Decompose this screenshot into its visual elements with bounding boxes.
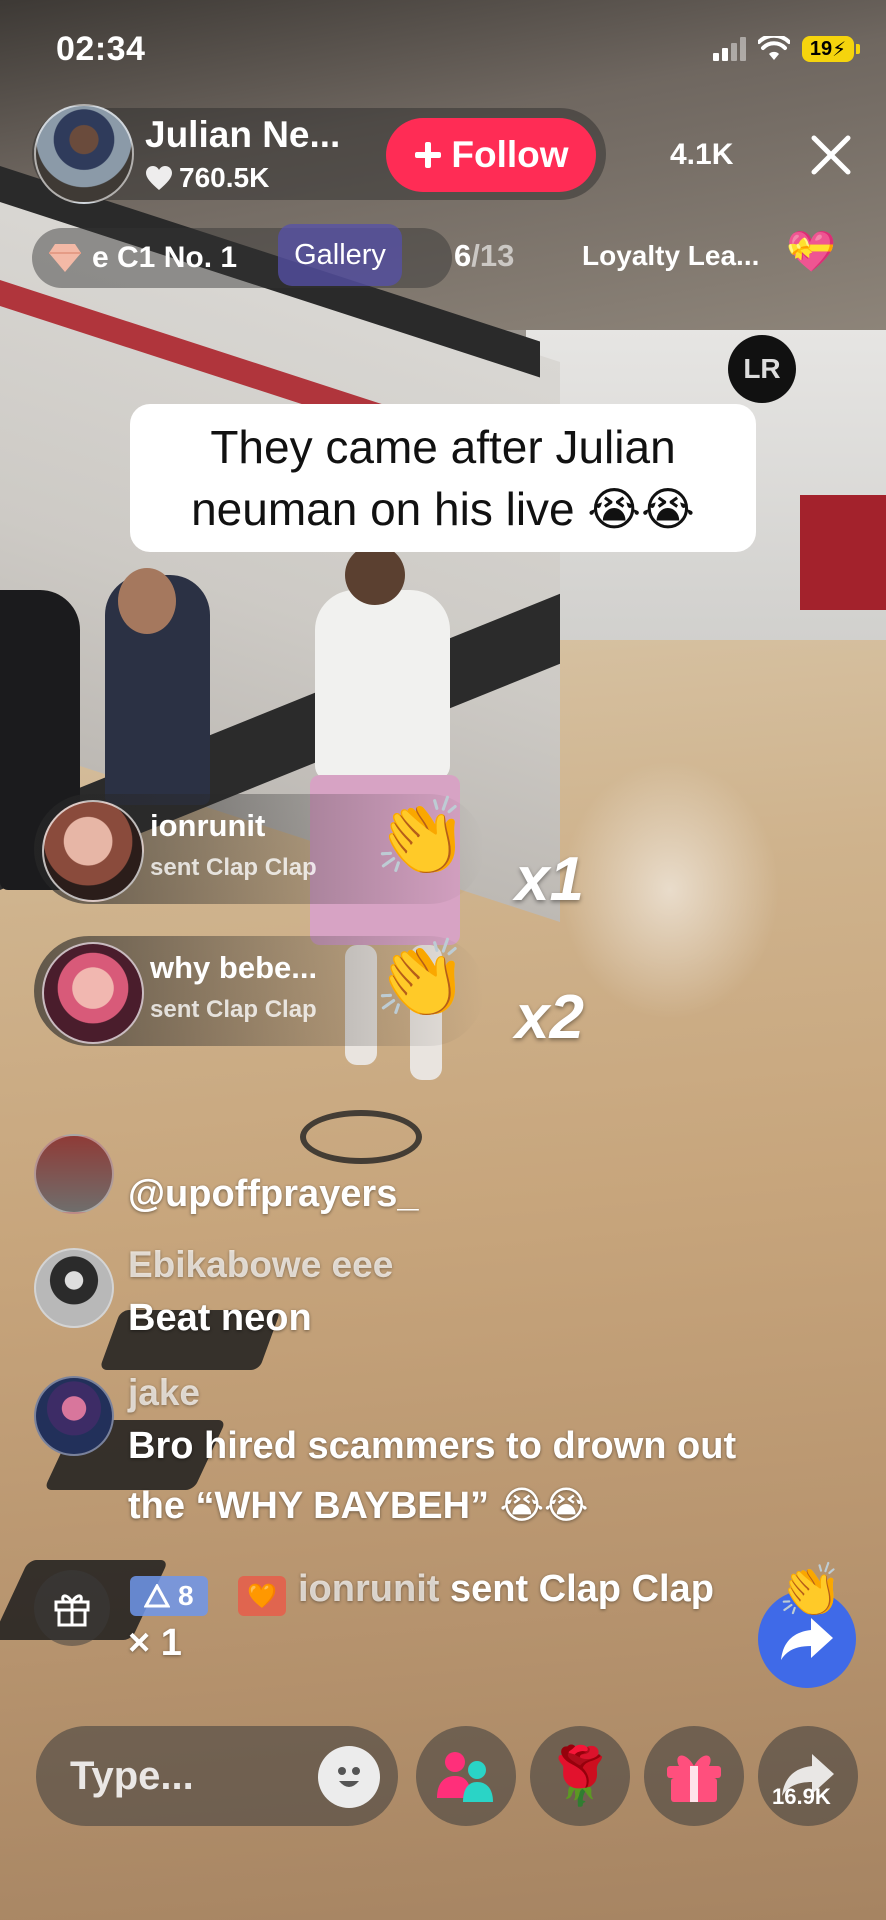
system-msg-action: sent Clap Clap [439,1568,714,1610]
status-time: 02:34 [56,30,146,68]
share-count: 16.9K [772,1784,831,1809]
chat-message-text: the “WHY BAYBEH” 😭😭 [128,1485,589,1527]
gallery-count[interactable]: 6/13 [454,238,514,274]
gift-count: x2 [515,983,584,1052]
gift-banner: ionrunit sent Clap Clap 👏 [34,794,484,904]
diamond-icon [49,244,81,272]
user-level-badge: 8 [130,1576,208,1616]
system-msg-count: × 1 [128,1622,182,1664]
gift-sender-avatar[interactable] [42,800,144,902]
player-shirt [315,590,450,780]
share-arrow-icon [781,1618,833,1660]
host-likes: 760.5K [145,162,269,194]
chat-message-text: Bro hired scammers to drown out [128,1425,737,1467]
smiley-icon [338,1767,360,1787]
rank-label: e C1 No. 1 [92,241,238,274]
gift-box-icon [54,1594,90,1627]
wifi-icon [758,36,790,60]
gift-button[interactable] [644,1726,744,1826]
gallery-button[interactable]: Gallery [278,224,402,286]
loyalty-league-label[interactable]: Loyalty Lea... [582,240,759,272]
floor-reflection [560,760,780,1020]
likes-count: 760.5K [179,162,270,193]
status-icons: 19 ⚡ [713,36,860,62]
host-avatar[interactable] [34,104,134,204]
follow-label: Follow [451,134,569,175]
share-button[interactable] [758,1726,858,1826]
close-icon[interactable] [806,130,856,180]
chat-username[interactable]: Ebikabowe eee [128,1244,393,1286]
gift-banner: why bebe... sent Clap Clap 👏 [34,936,484,1046]
emoji-button[interactable] [318,1746,380,1808]
multi-guest-icon [437,1752,493,1802]
gift-action: sent Clap Clap [150,996,317,1023]
cellular-signal-icon [713,37,746,61]
gift-sender-name: why bebe... [150,950,318,985]
gift-count: x1 [515,845,584,914]
player-head [345,545,405,605]
court-floor-logo [300,1110,422,1164]
multi-guest-button[interactable] [416,1726,516,1826]
heart-badge-icon: 🧡 [238,1576,286,1616]
system-gift-message: ionrunit sent Clap Clap [298,1568,714,1611]
gift-action: sent Clap Clap [150,854,317,881]
chat-message-text: Beat neon [128,1297,312,1339]
caption-text: They came after Julian neuman on his liv… [191,421,695,535]
gym-red-banner [800,495,886,610]
spectator-head [118,568,176,634]
level-triangle-icon [144,1584,170,1608]
chat-avatar[interactable] [34,1134,114,1214]
viewer-count[interactable]: 4.1K [670,138,733,172]
clap-reaction-icon: 👏 [778,1562,843,1620]
system-msg-user[interactable]: ionrunit [298,1568,439,1610]
gym-logo-sign: LR [728,335,796,403]
chat-avatar[interactable] [34,1248,114,1328]
heart-icon [146,166,172,190]
gallery-current: 6 [454,238,472,273]
loyalty-hearts-icon[interactable]: 💝 [786,228,836,275]
chat-message-text: @upoffprayers_ [128,1173,419,1215]
clap-gift-icon: 👏 [374,937,469,1022]
rank-chip[interactable]: e C1 No. 1 [48,238,237,278]
gift-box-button[interactable] [34,1570,110,1646]
host-name[interactable]: Julian Ne... [145,114,340,156]
plus-icon [415,142,442,168]
video-caption: They came after Julian neuman on his liv… [130,404,756,552]
gallery-total: /13 [471,238,515,273]
level-number: 8 [178,1580,194,1611]
rose-gift-button[interactable]: 🌹 [530,1726,630,1826]
chat-avatar[interactable] [34,1376,114,1456]
follow-button[interactable]: Follow [386,118,596,192]
battery-icon: 19 ⚡ [802,36,860,62]
chat-username[interactable]: jake [128,1372,200,1414]
gift-icon [667,1755,721,1802]
clap-gift-icon: 👏 [374,795,469,880]
gift-sender-avatar[interactable] [42,942,144,1044]
gift-sender-name: ionrunit [150,808,266,843]
